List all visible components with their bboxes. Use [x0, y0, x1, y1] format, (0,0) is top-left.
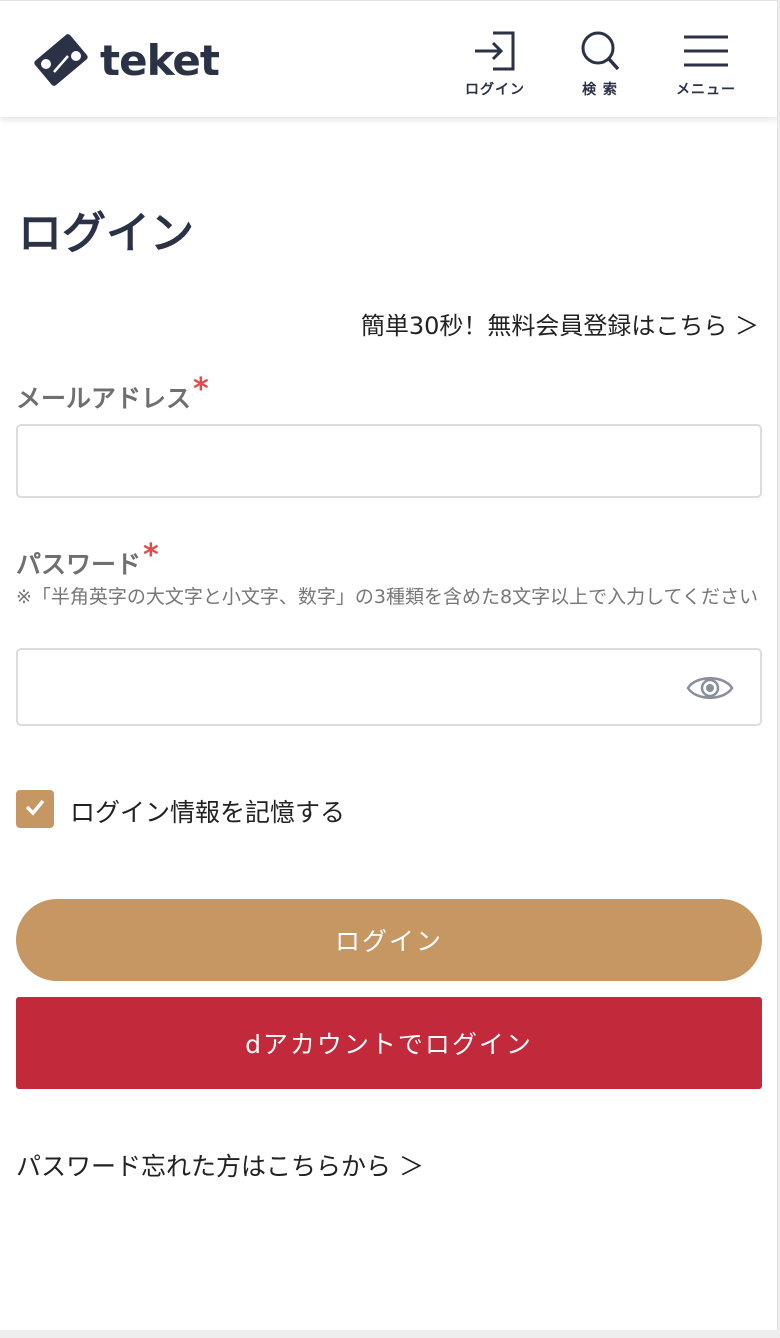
- login-arrow-icon: [471, 29, 519, 73]
- search-icon: [576, 29, 624, 73]
- email-field[interactable]: [16, 424, 762, 498]
- header-login-label: ログイン: [465, 82, 525, 98]
- signup-link[interactable]: 簡単30秒！無料会員登録はこちら ＞: [361, 306, 759, 341]
- forgot-password-link[interactable]: パスワード忘れた方はこちらから ＞: [16, 1147, 424, 1183]
- site-logo[interactable]: teket: [30, 29, 220, 91]
- page-title: ログイン: [18, 208, 194, 259]
- hamburger-menu-icon: [682, 29, 730, 73]
- logo-wordmark: teket: [100, 35, 220, 85]
- header-search-label: 検 索: [582, 82, 618, 98]
- header-login-button[interactable]: ログイン: [455, 29, 535, 105]
- site-header: teket ログイン 検 索 メニュー: [0, 1, 777, 117]
- login-button[interactable]: ログイン: [16, 899, 762, 981]
- remember-checkbox[interactable]: [16, 790, 54, 828]
- password-field[interactable]: [16, 648, 762, 726]
- d-account-login-button[interactable]: dアカウントでログイン: [16, 997, 762, 1089]
- ticket-logo-icon: [30, 30, 92, 90]
- header-menu-button[interactable]: メニュー: [666, 29, 746, 105]
- page: teket ログイン 検 索 メニュー ログイン 簡単30秒！無料会員登録はこち…: [0, 0, 778, 1330]
- email-label-text: メールアドレス: [16, 384, 192, 413]
- checkmark-icon: [24, 798, 46, 820]
- password-label: パスワード*: [16, 538, 159, 581]
- required-mark: *: [143, 538, 159, 573]
- email-label: メールアドレス*: [16, 372, 209, 415]
- header-search-button[interactable]: 検 索: [560, 29, 640, 105]
- password-requirements-note: ※「半角英字の大文字と小文字、数字」の3種類を含めた8文字以上で入力してください: [16, 586, 758, 608]
- remember-label[interactable]: ログイン情報を記憶する: [70, 793, 345, 829]
- required-mark: *: [193, 372, 209, 407]
- eye-icon[interactable]: [686, 671, 734, 705]
- header-menu-label: メニュー: [676, 82, 736, 98]
- password-label-text: パスワード: [16, 550, 142, 579]
